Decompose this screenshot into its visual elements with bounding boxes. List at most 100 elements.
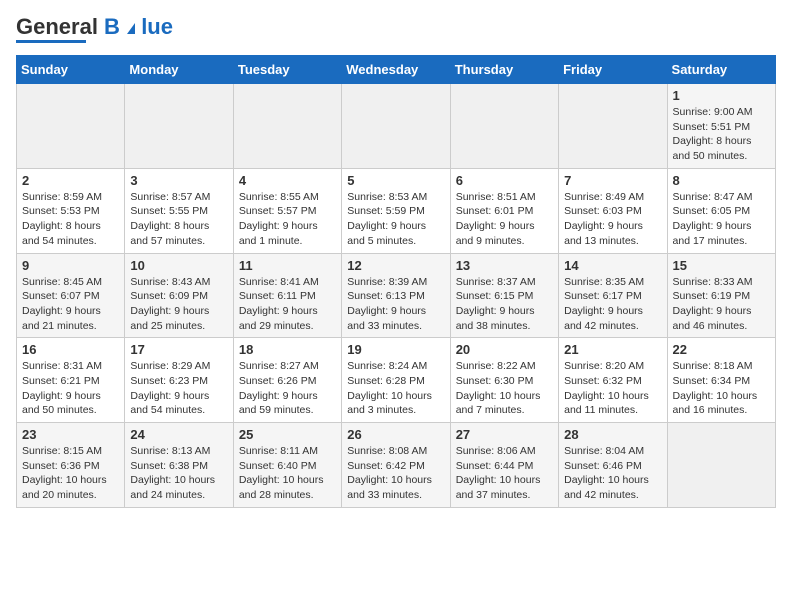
day-info: Sunrise: 8:51 AM Sunset: 6:01 PM Dayligh… [456, 190, 553, 249]
calendar-header-monday: Monday [125, 56, 233, 84]
day-number: 14 [564, 258, 661, 273]
calendar-header-thursday: Thursday [450, 56, 558, 84]
day-number: 17 [130, 342, 227, 357]
calendar-cell [667, 423, 775, 508]
day-number: 21 [564, 342, 661, 357]
day-info: Sunrise: 8:18 AM Sunset: 6:34 PM Dayligh… [673, 359, 770, 418]
day-info: Sunrise: 8:24 AM Sunset: 6:28 PM Dayligh… [347, 359, 444, 418]
day-info: Sunrise: 8:20 AM Sunset: 6:32 PM Dayligh… [564, 359, 661, 418]
calendar-cell: 14 Sunrise: 8:35 AM Sunset: 6:17 PM Dayli… [559, 253, 667, 338]
calendar-table: SundayMondayTuesdayWednesdayThursdayFrid… [16, 55, 776, 508]
calendar-cell [125, 84, 233, 169]
calendar-cell: 5 Sunrise: 8:53 AM Sunset: 5:59 PM Daylig… [342, 168, 450, 253]
calendar-cell: 24 Sunrise: 8:13 AM Sunset: 6:38 PM Dayli… [125, 423, 233, 508]
calendar-cell: 4Sunrise: 8:55 AM Sunset: 5:57 PM Daylig… [233, 168, 341, 253]
day-info: Sunrise: 8:53 AM Sunset: 5:59 PM Dayligh… [347, 190, 444, 249]
calendar-header-saturday: Saturday [667, 56, 775, 84]
day-info: Sunrise: 8:59 AM Sunset: 5:53 PM Dayligh… [22, 190, 119, 249]
calendar-cell: 1 Sunrise: 9:00 AM Sunset: 5:51 PM Daylig… [667, 84, 775, 169]
day-info: Sunrise: 8:47 AM Sunset: 6:05 PM Dayligh… [673, 190, 770, 249]
day-info: Sunrise: 8:15 AM Sunset: 6:36 PM Dayligh… [22, 444, 119, 503]
calendar-cell: 12 Sunrise: 8:39 AM Sunset: 6:13 PM Dayli… [342, 253, 450, 338]
day-number: 6 [456, 173, 553, 188]
day-info: Sunrise: 8:45 AM Sunset: 6:07 PM Dayligh… [22, 275, 119, 334]
day-info: Sunrise: 8:11 AM Sunset: 6:40 PM Dayligh… [239, 444, 336, 503]
day-number: 24 [130, 427, 227, 442]
calendar-header-row: SundayMondayTuesdayWednesdayThursdayFrid… [17, 56, 776, 84]
calendar-cell [233, 84, 341, 169]
calendar-header-tuesday: Tuesday [233, 56, 341, 84]
day-info: Sunrise: 8:31 AM Sunset: 6:21 PM Dayligh… [22, 359, 119, 418]
calendar-cell: 9 Sunrise: 8:45 AM Sunset: 6:07 PM Daylig… [17, 253, 125, 338]
day-number: 9 [22, 258, 119, 273]
day-info: Sunrise: 8:41 AM Sunset: 6:11 PM Dayligh… [239, 275, 336, 334]
day-info: Sunrise: 8:04 AM Sunset: 6:46 PM Dayligh… [564, 444, 661, 503]
day-number: 2 [22, 173, 119, 188]
day-number: 23 [22, 427, 119, 442]
day-info: Sunrise: 8:37 AM Sunset: 6:15 PM Dayligh… [456, 275, 553, 334]
calendar-week-row: 23 Sunrise: 8:15 AM Sunset: 6:36 PM Dayli… [17, 423, 776, 508]
calendar-week-row: 1 Sunrise: 9:00 AM Sunset: 5:51 PM Daylig… [17, 84, 776, 169]
day-number: 22 [673, 342, 770, 357]
day-info: Sunrise: 8:35 AM Sunset: 6:17 PM Dayligh… [564, 275, 661, 334]
logo-text: General B lue [16, 16, 173, 38]
calendar-cell: 19 Sunrise: 8:24 AM Sunset: 6:28 PM Dayli… [342, 338, 450, 423]
calendar-week-row: 2 Sunrise: 8:59 AM Sunset: 5:53 PM Daylig… [17, 168, 776, 253]
day-number: 19 [347, 342, 444, 357]
day-number: 10 [130, 258, 227, 273]
calendar-cell: 10 Sunrise: 8:43 AM Sunset: 6:09 PM Dayli… [125, 253, 233, 338]
day-number: 11 [239, 258, 336, 273]
day-info: Sunrise: 9:00 AM Sunset: 5:51 PM Dayligh… [673, 105, 770, 164]
calendar-cell: 3Sunrise: 8:57 AM Sunset: 5:55 PM Daylig… [125, 168, 233, 253]
day-info: Sunrise: 8:29 AM Sunset: 6:23 PM Dayligh… [130, 359, 227, 418]
day-number: 27 [456, 427, 553, 442]
calendar-week-row: 9 Sunrise: 8:45 AM Sunset: 6:07 PM Daylig… [17, 253, 776, 338]
day-info: Sunrise: 8:13 AM Sunset: 6:38 PM Dayligh… [130, 444, 227, 503]
day-number: 25 [239, 427, 336, 442]
day-info: Sunrise: 8:27 AM Sunset: 6:26 PM Dayligh… [239, 359, 336, 418]
calendar-cell: 16Sunrise: 8:31 AM Sunset: 6:21 PM Dayli… [17, 338, 125, 423]
calendar-header-wednesday: Wednesday [342, 56, 450, 84]
calendar-cell: 27Sunrise: 8:06 AM Sunset: 6:44 PM Dayli… [450, 423, 558, 508]
calendar-cell: 13 Sunrise: 8:37 AM Sunset: 6:15 PM Dayli… [450, 253, 558, 338]
day-number: 1 [673, 88, 770, 103]
day-info: Sunrise: 8:22 AM Sunset: 6:30 PM Dayligh… [456, 359, 553, 418]
calendar-cell [559, 84, 667, 169]
logo: General B lue [16, 16, 173, 43]
day-number: 13 [456, 258, 553, 273]
day-number: 12 [347, 258, 444, 273]
calendar-cell: 17 Sunrise: 8:29 AM Sunset: 6:23 PM Dayli… [125, 338, 233, 423]
day-info: Sunrise: 8:57 AM Sunset: 5:55 PM Dayligh… [130, 190, 227, 249]
day-info: Sunrise: 8:49 AM Sunset: 6:03 PM Dayligh… [564, 190, 661, 249]
day-number: 20 [456, 342, 553, 357]
calendar-cell [450, 84, 558, 169]
day-number: 5 [347, 173, 444, 188]
page-header: General B lue [16, 16, 776, 43]
calendar-cell: 18Sunrise: 8:27 AM Sunset: 6:26 PM Dayli… [233, 338, 341, 423]
calendar-header-friday: Friday [559, 56, 667, 84]
calendar-cell [342, 84, 450, 169]
day-info: Sunrise: 8:43 AM Sunset: 6:09 PM Dayligh… [130, 275, 227, 334]
calendar-header-sunday: Sunday [17, 56, 125, 84]
calendar-cell: 26 Sunrise: 8:08 AM Sunset: 6:42 PM Dayli… [342, 423, 450, 508]
calendar-cell: 20 Sunrise: 8:22 AM Sunset: 6:30 PM Dayli… [450, 338, 558, 423]
day-number: 26 [347, 427, 444, 442]
logo-underline [16, 40, 86, 43]
day-number: 4 [239, 173, 336, 188]
calendar-cell: 21 Sunrise: 8:20 AM Sunset: 6:32 PM Dayli… [559, 338, 667, 423]
day-info: Sunrise: 8:39 AM Sunset: 6:13 PM Dayligh… [347, 275, 444, 334]
calendar-week-row: 16Sunrise: 8:31 AM Sunset: 6:21 PM Dayli… [17, 338, 776, 423]
calendar-cell: 6 Sunrise: 8:51 AM Sunset: 6:01 PM Daylig… [450, 168, 558, 253]
calendar-cell: 15Sunrise: 8:33 AM Sunset: 6:19 PM Dayli… [667, 253, 775, 338]
day-number: 7 [564, 173, 661, 188]
day-info: Sunrise: 8:33 AM Sunset: 6:19 PM Dayligh… [673, 275, 770, 334]
calendar-cell [17, 84, 125, 169]
calendar-cell: 2 Sunrise: 8:59 AM Sunset: 5:53 PM Daylig… [17, 168, 125, 253]
calendar-cell: 11 Sunrise: 8:41 AM Sunset: 6:11 PM Dayli… [233, 253, 341, 338]
day-number: 28 [564, 427, 661, 442]
calendar-cell: 28 Sunrise: 8:04 AM Sunset: 6:46 PM Dayli… [559, 423, 667, 508]
calendar-cell: 7 Sunrise: 8:49 AM Sunset: 6:03 PM Daylig… [559, 168, 667, 253]
calendar-cell: 23 Sunrise: 8:15 AM Sunset: 6:36 PM Dayli… [17, 423, 125, 508]
day-number: 8 [673, 173, 770, 188]
day-info: Sunrise: 8:08 AM Sunset: 6:42 PM Dayligh… [347, 444, 444, 503]
